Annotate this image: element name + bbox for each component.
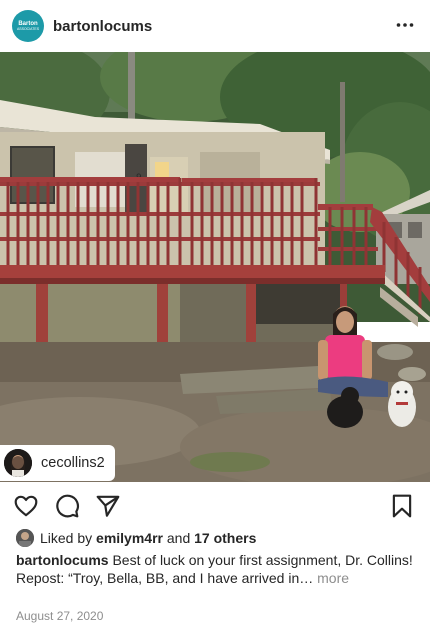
caption-username[interactable]: bartonlocums (16, 552, 109, 568)
post-header: Barton ASSOCIATES bartonlocums (0, 0, 430, 52)
tagged-user-avatar (4, 449, 32, 477)
save-button[interactable] (389, 493, 415, 519)
tagged-user-avatar-image (4, 449, 32, 477)
logo-subtext: ASSOCIATES (16, 26, 40, 31)
liker-avatar (16, 529, 34, 547)
like-button[interactable] (13, 493, 39, 519)
likes-prefix: Liked by (40, 530, 93, 546)
caption-line1: Best of luck on your first assignment, D… (112, 552, 413, 568)
heart-icon (14, 495, 38, 517)
liker-avatar-image (16, 529, 34, 547)
comment-icon (56, 494, 79, 518)
more-options-button[interactable] (394, 14, 416, 36)
likes-summary[interactable]: Liked by emilym4rr and 17 others (16, 529, 256, 547)
post-date: August 27, 2020 (16, 609, 104, 623)
comment-button[interactable] (54, 493, 80, 519)
profile-avatar[interactable]: Barton ASSOCIATES (12, 10, 44, 42)
bookmark-icon (392, 494, 412, 518)
likes-others[interactable]: 17 others (194, 530, 256, 546)
post-photo-image: 9 (0, 52, 430, 482)
likes-connector: and (166, 530, 191, 546)
send-icon (96, 495, 120, 517)
caption-line2: Repost: “Troy, Bella, BB, and I have arr… (16, 570, 314, 586)
tagged-username: cecollins2 (41, 455, 105, 471)
post-photo[interactable]: 9 (0, 52, 430, 482)
caption-more-link[interactable]: more (317, 570, 349, 586)
more-dots-icon (396, 23, 414, 27)
share-button[interactable] (95, 493, 121, 519)
tagged-user-pill[interactable]: cecollins2 (0, 445, 115, 481)
liker-username[interactable]: emilym4rr (96, 530, 163, 546)
post-caption: bartonlocums Best of luck on your first … (16, 551, 416, 587)
logo-text: Barton (18, 20, 38, 27)
post-username[interactable]: bartonlocums (53, 18, 152, 35)
post-action-bar (0, 488, 430, 522)
